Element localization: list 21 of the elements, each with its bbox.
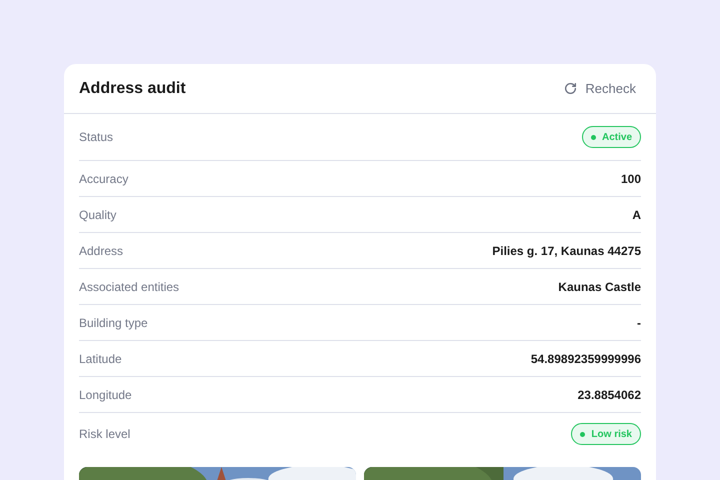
row-label: Risk level bbox=[79, 426, 130, 443]
row-label: Building type bbox=[79, 314, 148, 332]
row-value: 23.8854062 bbox=[578, 386, 641, 404]
row-label: Quality bbox=[79, 206, 116, 224]
row-value: 54.89892359999996 bbox=[530, 350, 641, 368]
card-title: Address audit bbox=[79, 78, 186, 98]
status-badge: Low risk bbox=[571, 423, 641, 445]
row-label: Accuracy bbox=[79, 170, 128, 188]
row-value: Pilies g. 17, Kaunas 44275 bbox=[492, 242, 641, 260]
row-value: A bbox=[632, 206, 641, 224]
row-label: Address bbox=[79, 242, 124, 260]
recheck-button[interactable]: Recheck bbox=[564, 78, 636, 98]
row-value: - bbox=[637, 314, 641, 332]
row-label: Latitude bbox=[79, 350, 122, 368]
row-value: Kaunas Castle bbox=[558, 278, 641, 296]
row-value: 100 bbox=[620, 170, 641, 188]
refresh-icon bbox=[564, 82, 578, 95]
row-label: Associated entities bbox=[79, 278, 180, 296]
row-label: Longitude bbox=[79, 386, 132, 404]
row-label: Status bbox=[79, 129, 114, 146]
status-badge: Active bbox=[582, 126, 641, 148]
